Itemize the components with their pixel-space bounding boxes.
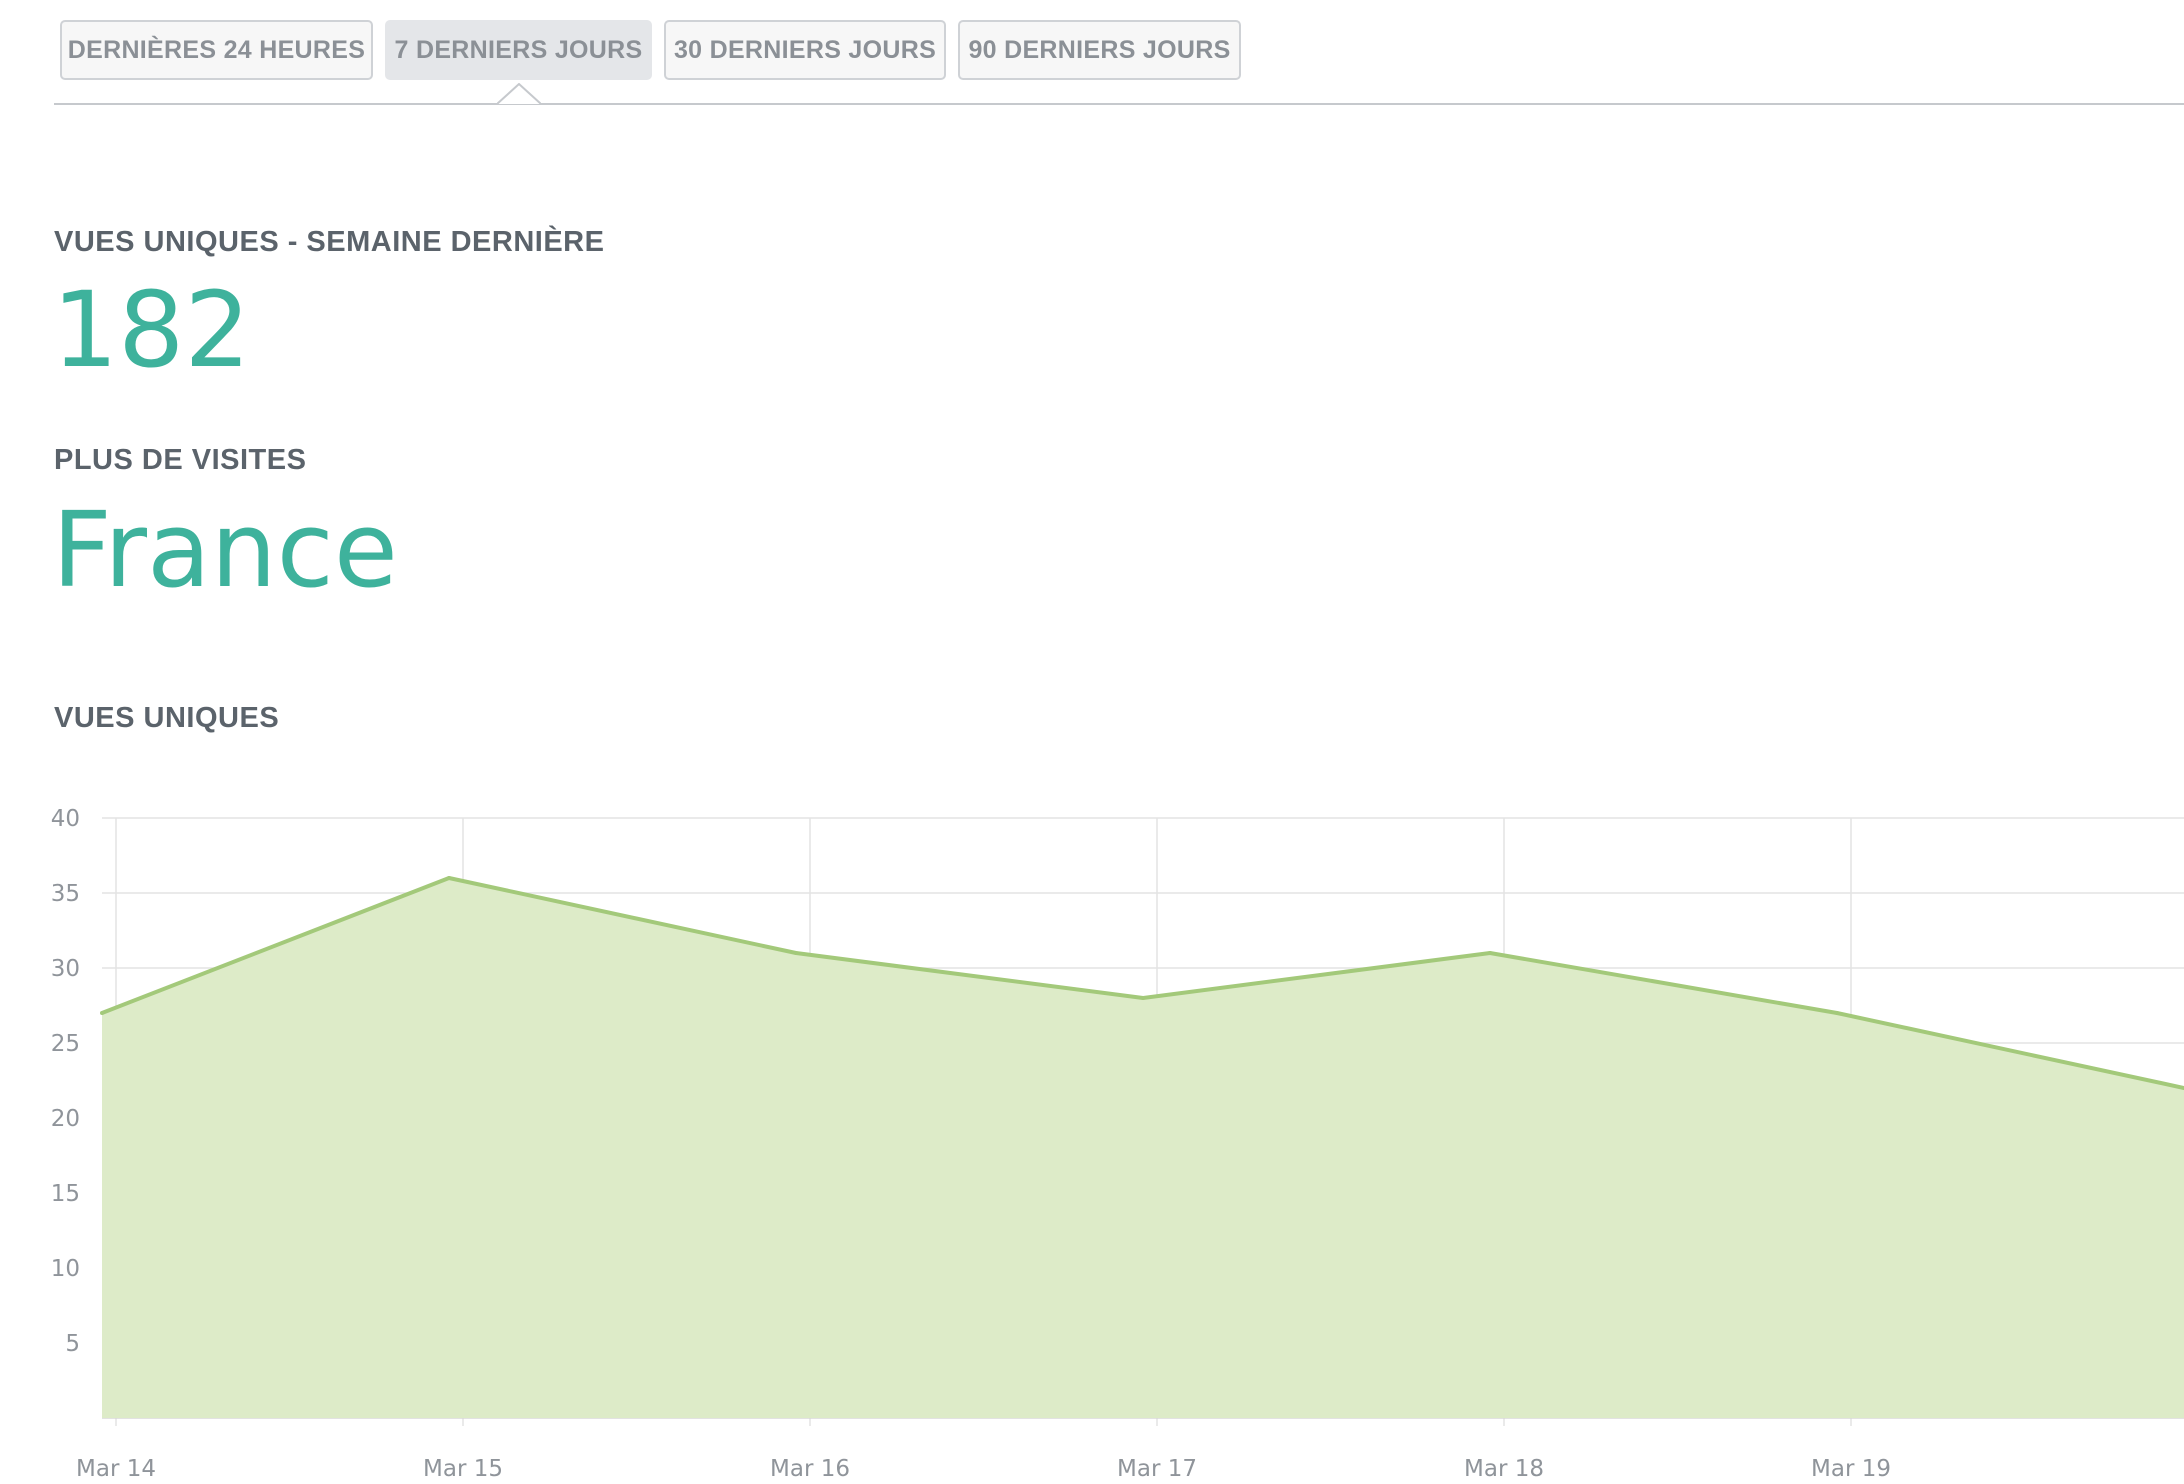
x-tick-label: Mar 18 <box>1464 1456 1544 1480</box>
chart-area-layer <box>100 876 2184 1418</box>
active-tab-pointer <box>497 83 541 105</box>
tabs-divider <box>54 103 2184 105</box>
series-point <box>1141 996 1145 1000</box>
x-tick-label: Mar 19 <box>1811 1456 1891 1480</box>
y-tick-label: 15 <box>51 1181 80 1207</box>
tab-last-30-days[interactable]: 30 DERNIERS JOURS <box>664 20 946 80</box>
time-range-tabs: DERNIÈRES 24 HEURES 7 DERNIERS JOURS 30 … <box>60 20 1253 80</box>
x-tick-label: Mar 14 <box>76 1456 156 1480</box>
top-visits-value: France <box>52 489 398 611</box>
series-area <box>102 878 2184 1418</box>
tab-last-7-days[interactable]: 7 DERNIERS JOURS <box>385 20 652 80</box>
x-tick-label: Mar 17 <box>1117 1456 1197 1480</box>
y-tick-label: 10 <box>51 1256 80 1282</box>
series-point <box>794 951 798 955</box>
y-tick-label: 35 <box>51 881 80 907</box>
y-tick-label: 5 <box>65 1331 80 1357</box>
y-tick-label: 25 <box>51 1031 80 1057</box>
tab-last-24-hours[interactable]: DERNIÈRES 24 HEURES <box>60 20 373 80</box>
x-tick-label: Mar 15 <box>423 1456 503 1480</box>
unique-views-chart: 5 10 15 20 25 30 35 40 Mar 14 Mar 15 Mar 16 Mar 17 M… <box>51 806 2184 1480</box>
unique-views-week-label: VUES UNIQUES - SEMAINE DERNIÈRE <box>54 226 605 258</box>
y-tick-label: 30 <box>51 956 80 982</box>
y-tick-label: 40 <box>51 806 80 832</box>
unique-views-week-value: 182 <box>52 269 251 391</box>
series-point <box>447 876 451 880</box>
top-visits-label: PLUS DE VISITES <box>54 444 307 476</box>
y-tick-label: 20 <box>51 1106 80 1132</box>
series-point <box>1488 951 1492 955</box>
chart-section-label: VUES UNIQUES <box>54 702 280 734</box>
tab-last-90-days[interactable]: 90 DERNIERS JOURS <box>958 20 1241 80</box>
series-point <box>1835 1011 1839 1015</box>
x-tick-label: Mar 16 <box>770 1456 850 1480</box>
series-point <box>100 1011 104 1015</box>
